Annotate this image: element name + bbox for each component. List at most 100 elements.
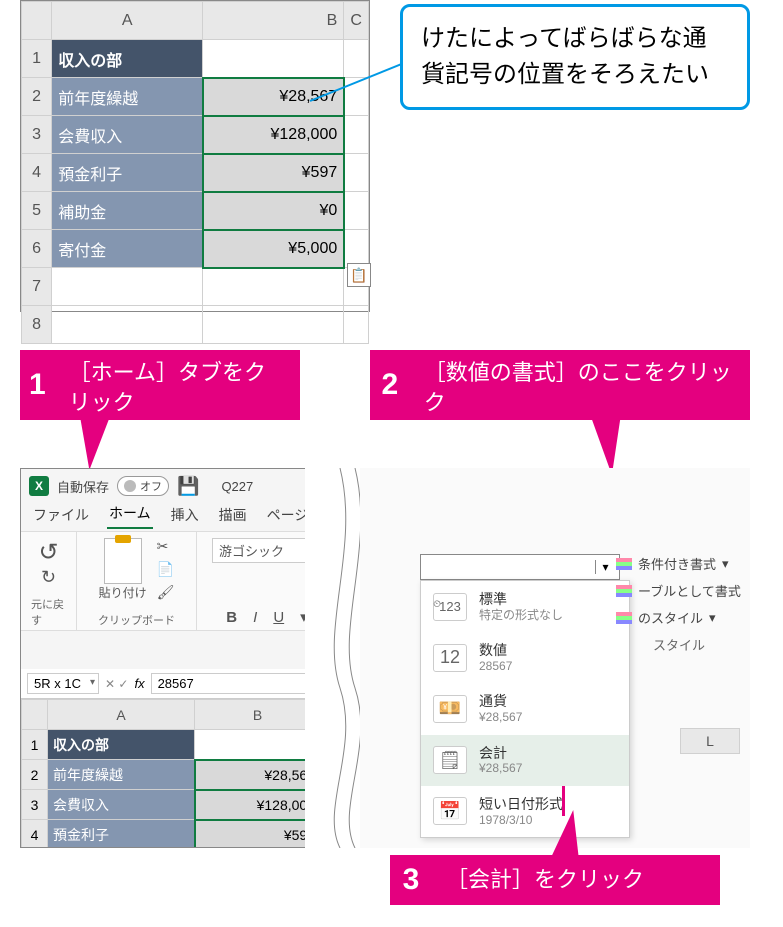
number-format-dropdown: ⏲123 標準特定の形式なし 12 数値28567 💴 通貨¥28,567 🗒 … <box>420 580 630 838</box>
save-icon[interactable]: 💾 <box>177 476 199 497</box>
cell-b1[interactable] <box>203 40 344 78</box>
col-header-a[interactable]: A <box>48 700 195 730</box>
cell-a3[interactable]: 会費収入 <box>48 790 195 820</box>
paste-label[interactable]: 貼り付け <box>99 584 147 601</box>
row-header[interactable]: 8 <box>22 306 52 344</box>
cell-a4[interactable]: 預金利子 <box>48 820 195 849</box>
col-header-a[interactable]: A <box>52 2 203 40</box>
cell-style-icon <box>616 612 632 624</box>
select-all-corner[interactable] <box>22 700 48 730</box>
cell-b4[interactable]: ¥597 <box>195 820 321 849</box>
option-sample: ¥28,567 <box>479 710 522 724</box>
cell-c3[interactable] <box>344 116 369 154</box>
cell-b6[interactable]: ¥5,000 <box>203 230 344 268</box>
format-option-number[interactable]: 12 数値28567 <box>421 632 629 683</box>
name-box[interactable]: 5R x 1C <box>27 673 99 694</box>
col-header-b[interactable]: B <box>203 2 344 40</box>
cut-icon[interactable]: ✂ <box>157 538 175 555</box>
format-option-short-date[interactable]: 📅 短い日付形式1978/3/10 <box>421 786 629 837</box>
cell-b2[interactable]: ¥28,567 <box>195 760 321 790</box>
cancel-enter-icons[interactable]: ✕ ✓ <box>105 677 128 691</box>
format-option-accounting[interactable]: 🗒 会計¥28,567 <box>421 735 629 786</box>
row-header[interactable]: 2 <box>22 760 48 790</box>
format-as-table-button[interactable]: ーブルとして書式 <box>614 577 744 604</box>
group-label: クリップボード <box>98 612 175 628</box>
row-header[interactable]: 5 <box>22 192 52 230</box>
cell-b3[interactable]: ¥128,000 <box>195 790 321 820</box>
formula-bar: 5R x 1C ✕ ✓ fx 28567 <box>21 669 321 699</box>
format-option-currency[interactable]: 💴 通貨¥28,567 <box>421 683 629 734</box>
tab-draw[interactable]: 描画 <box>217 501 249 529</box>
col-header-b[interactable]: B <box>195 700 321 730</box>
cell-a6[interactable]: 寄付金 <box>52 230 203 268</box>
autosave-toggle[interactable]: オフ <box>117 476 169 496</box>
styles-group: 条件付き書式▾ ーブルとして書式 のスタイル▾ スタイル <box>614 550 744 658</box>
paste-icon[interactable] <box>104 538 142 584</box>
row-header[interactable]: 3 <box>22 116 52 154</box>
col-header-c[interactable]: C <box>344 2 369 40</box>
cell-c8[interactable] <box>344 306 369 344</box>
option-title: 会計 <box>479 745 522 762</box>
mini-spreadsheet: 5R x 1C ✕ ✓ fx 28567 AB 1収入の部 2前年度繰越¥28,… <box>21 669 321 848</box>
cell-a8[interactable] <box>52 306 203 344</box>
cell-a1[interactable]: 収入の部 <box>48 730 195 760</box>
tab-home[interactable]: ホーム <box>107 499 153 529</box>
cell-b5[interactable]: ¥0 <box>203 192 344 230</box>
format-painter-icon[interactable]: 🖌 <box>157 584 175 601</box>
row-header[interactable]: 3 <box>22 790 48 820</box>
step-1-pointer <box>75 420 108 470</box>
redo-icon[interactable]: ↻ <box>41 567 56 588</box>
row-header[interactable]: 4 <box>22 820 48 849</box>
quick-analysis-icon[interactable]: 📋 <box>347 263 371 287</box>
cell-b1[interactable] <box>195 730 321 760</box>
tab-insert[interactable]: 挿入 <box>169 501 201 529</box>
step-1-flag: 1 ［ホーム］タブをクリック <box>20 350 300 420</box>
bold-button[interactable]: B <box>222 607 241 628</box>
col-header-l[interactable]: L <box>680 728 740 754</box>
cond-format-icon <box>616 558 632 570</box>
cell-c5[interactable] <box>344 192 369 230</box>
copy-icon[interactable]: 📄 <box>157 561 175 578</box>
cell-a3[interactable]: 会費収入 <box>52 116 203 154</box>
row-header[interactable]: 2 <box>22 78 52 116</box>
cell-c1[interactable] <box>344 40 369 78</box>
tab-pagelayout[interactable]: ページ <box>265 501 311 529</box>
undo-icon[interactable]: ↺ <box>38 538 58 567</box>
format-option-general[interactable]: ⏲123 標準特定の形式なし <box>421 581 629 632</box>
tab-file[interactable]: ファイル <box>31 501 91 529</box>
option-title: 標準 <box>479 591 563 608</box>
cell-a1[interactable]: 収入の部 <box>52 40 203 78</box>
underline-button[interactable]: U <box>269 607 288 628</box>
autosave-label: 自動保存 <box>57 477 109 496</box>
cell-a7[interactable] <box>52 268 203 306</box>
document-name: Q227 <box>221 479 253 494</box>
number-format-dropdown-icon[interactable]: ▾ <box>595 560 615 574</box>
date-format-icon: 📅 <box>433 797 467 825</box>
italic-button[interactable]: I <box>249 607 261 628</box>
cell-a2[interactable]: 前年度繰越 <box>48 760 195 790</box>
fx-icon[interactable]: fx <box>134 676 144 691</box>
row-header[interactable]: 1 <box>22 40 52 78</box>
conditional-formatting-button[interactable]: 条件付き書式▾ <box>614 550 744 577</box>
cell-a5[interactable]: 補助金 <box>52 192 203 230</box>
number-format-area: ▾ ⏲123 標準特定の形式なし 12 数値28567 💴 通貨¥28,567 … <box>360 468 750 848</box>
cell-b3[interactable]: ¥128,000 <box>203 116 344 154</box>
cell-a2[interactable]: 前年度繰越 <box>52 78 203 116</box>
cell-a4[interactable]: 預金利子 <box>52 154 203 192</box>
row-header[interactable]: 1 <box>22 730 48 760</box>
cell-styles-button[interactable]: のスタイル▾ <box>614 604 744 631</box>
step-2-flag: 2 ［数値の書式］のここをクリック <box>370 350 750 420</box>
explanation-callout: けたによってばらばらな通貨記号の位置をそろえたい <box>400 4 750 110</box>
currency-format-icon: 💴 <box>433 695 467 723</box>
select-all-corner[interactable] <box>22 2 52 40</box>
formula-input[interactable]: 28567 <box>151 673 315 694</box>
number-format-combobox[interactable]: ▾ <box>420 554 620 580</box>
cell-b4[interactable]: ¥597 <box>203 154 344 192</box>
cell-b8[interactable] <box>203 306 344 344</box>
cell-c6[interactable] <box>344 230 369 268</box>
cell-b7[interactable] <box>203 268 344 306</box>
row-header[interactable]: 6 <box>22 230 52 268</box>
row-header[interactable]: 7 <box>22 268 52 306</box>
cell-c4[interactable] <box>344 154 369 192</box>
row-header[interactable]: 4 <box>22 154 52 192</box>
